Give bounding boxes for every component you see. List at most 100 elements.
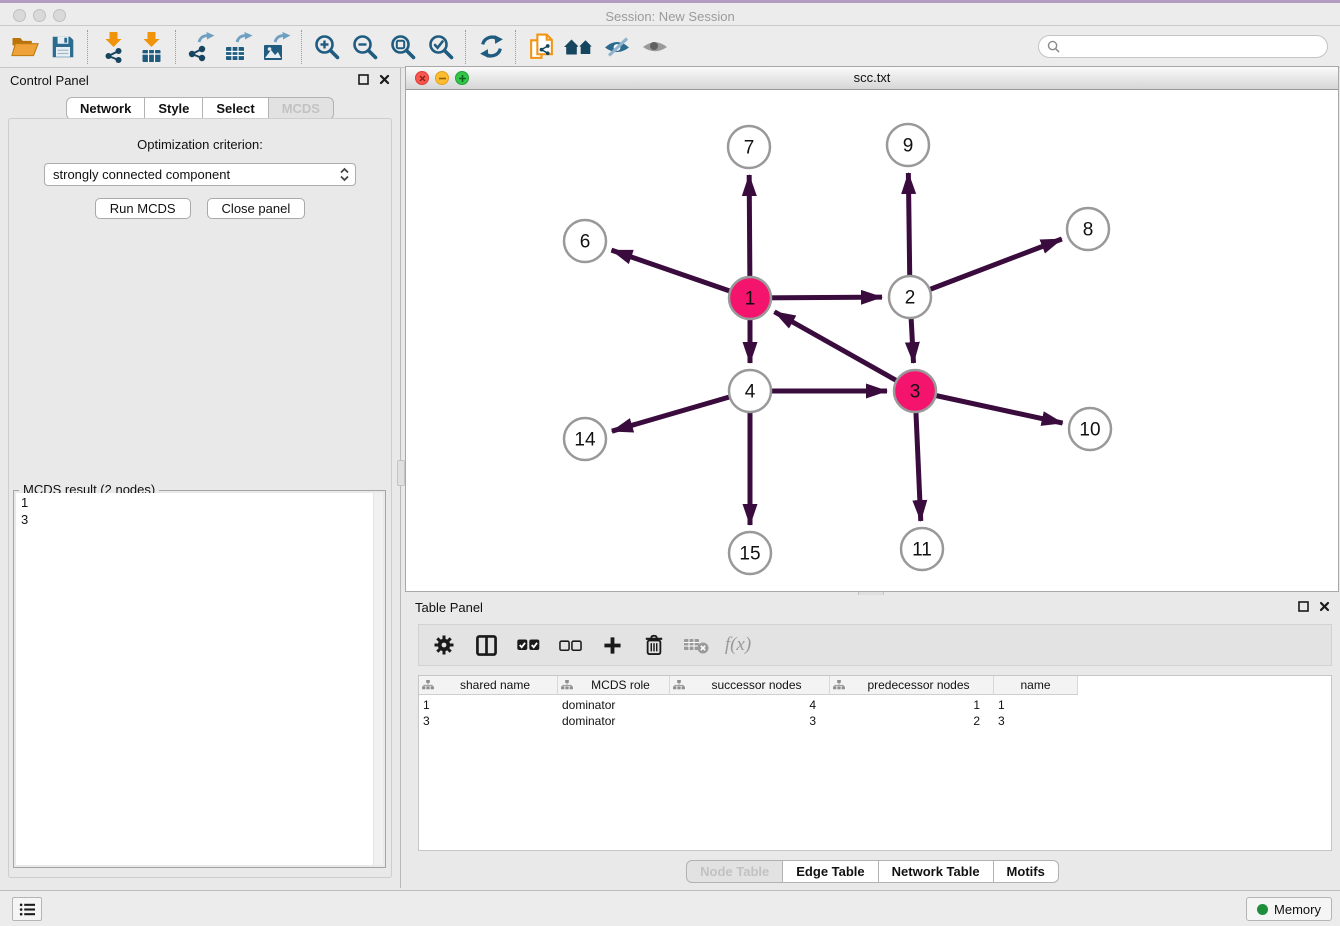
hide-selected-button[interactable] — [598, 29, 636, 65]
tab-edge-table[interactable]: Edge Table — [783, 860, 878, 883]
zoom-in-button[interactable] — [308, 29, 346, 65]
table-row[interactable]: 1dominator411 — [419, 698, 1331, 714]
table-cell: 1 — [419, 698, 558, 714]
deselect-all-rows-button[interactable] — [557, 639, 583, 652]
table-panel-tabs: Node TableEdge TableNetwork TableMotifs — [405, 860, 1340, 883]
trash-icon — [644, 634, 664, 656]
table-header-row: shared nameMCDS rolesuccessor nodesprede… — [419, 676, 1331, 695]
main-toolbar — [0, 26, 1340, 68]
tab-motifs[interactable]: Motifs — [994, 860, 1059, 883]
table-panel: Table Panel — [405, 595, 1340, 890]
window-titlebar: Session: New Session — [0, 0, 1340, 26]
table-settings-button[interactable] — [431, 635, 457, 655]
graph-edge-2-8[interactable] — [910, 239, 1062, 297]
import-network-button[interactable] — [94, 29, 132, 65]
control-panel-tabs: NetworkStyleSelectMCDS — [0, 97, 400, 120]
svg-text:2: 2 — [905, 288, 916, 309]
tab-network-table[interactable]: Network Table — [879, 860, 994, 883]
checked-boxes-icon — [516, 638, 541, 652]
vertical-splitter-grip[interactable] — [397, 460, 405, 486]
column-header-predecessor-nodes[interactable]: predecessor nodes — [830, 676, 994, 695]
graph-node-10[interactable]: 10 — [1069, 408, 1111, 450]
houses-icon — [563, 35, 595, 59]
svg-text:9: 9 — [903, 136, 914, 157]
network-view-window: scc.txt 7968124314101511 — [405, 66, 1339, 592]
export-image-button[interactable] — [258, 29, 296, 65]
column-header-mcds-role[interactable]: MCDS role — [558, 676, 670, 695]
tab-style[interactable]: Style — [145, 97, 203, 120]
table-cell: 2 — [830, 714, 994, 730]
graph-node-7[interactable]: 7 — [728, 126, 770, 168]
column-header-name[interactable]: name — [994, 676, 1078, 695]
clone-network-button[interactable] — [522, 29, 560, 65]
table-row[interactable]: 3dominator323 — [419, 714, 1331, 730]
close-panel-button[interactable]: Close panel — [207, 198, 306, 219]
zoom-out-button[interactable] — [346, 29, 384, 65]
tab-node-table[interactable]: Node Table — [686, 860, 783, 883]
open-session-button[interactable] — [6, 29, 44, 65]
float-panel-icon[interactable] — [1298, 601, 1309, 612]
network-canvas[interactable]: 7 9 6 8 1 2 4 3 14 10 15 11 — [406, 89, 1338, 591]
close-panel-icon[interactable] — [1319, 601, 1330, 612]
graph-node-6[interactable]: 6 — [564, 220, 606, 262]
create-column-button[interactable] — [599, 636, 625, 655]
tab-mcds[interactable]: MCDS — [269, 97, 334, 120]
function-builder-button[interactable]: f(x) — [725, 634, 751, 656]
open-folder-icon — [10, 34, 40, 59]
show-hidden-button[interactable] — [636, 29, 674, 65]
graph-node-3[interactable]: 3 — [894, 370, 936, 412]
result-scrollbar[interactable] — [373, 493, 383, 865]
delete-table-icon — [683, 635, 709, 655]
column-header-shared-name[interactable]: shared name — [419, 676, 558, 695]
delete-column-button[interactable] — [641, 634, 667, 656]
zoom-fit-button[interactable] — [384, 29, 422, 65]
task-history-button[interactable] — [12, 897, 42, 921]
search-input[interactable] — [1065, 38, 1319, 55]
export-network-button[interactable] — [182, 29, 220, 65]
show-all-networks-button[interactable] — [560, 29, 598, 65]
tab-select[interactable]: Select — [203, 97, 268, 120]
mcds-result-box[interactable]: 1 3 — [16, 493, 383, 865]
show-column-button[interactable] — [473, 635, 499, 656]
import-network-icon — [101, 31, 126, 63]
graph-edge-3-10[interactable] — [915, 391, 1063, 423]
table-cell: 1 — [830, 698, 994, 714]
graph-edge-3-1[interactable] — [774, 312, 915, 391]
svg-text:10: 10 — [1079, 420, 1100, 441]
tab-network[interactable]: Network — [66, 97, 145, 120]
refresh-layout-button[interactable] — [472, 29, 510, 65]
delete-table-button[interactable] — [683, 635, 709, 655]
table-panel-title: Table Panel — [415, 600, 483, 615]
gear-icon — [434, 635, 454, 655]
column-header-successor-nodes[interactable]: successor nodes — [670, 676, 830, 695]
export-table-button[interactable] — [220, 29, 258, 65]
memory-button[interactable]: Memory — [1246, 897, 1332, 921]
graph-node-4[interactable]: 4 — [729, 370, 771, 412]
graph-node-14[interactable]: 14 — [564, 418, 606, 460]
run-mcds-button[interactable]: Run MCDS — [95, 198, 191, 219]
svg-text:15: 15 — [739, 544, 760, 565]
save-session-button[interactable] — [44, 29, 82, 65]
graph-node-8[interactable]: 8 — [1067, 208, 1109, 250]
svg-text:7: 7 — [744, 138, 755, 159]
svg-text:14: 14 — [574, 430, 596, 451]
graph-node-9[interactable]: 9 — [887, 124, 929, 166]
graph-node-2[interactable]: 2 — [889, 276, 931, 318]
select-all-rows-button[interactable] — [515, 638, 541, 652]
zoom-selected-button[interactable] — [422, 29, 460, 65]
select-stepper-icon — [339, 167, 350, 182]
graph-node-1[interactable]: 1 — [729, 277, 771, 319]
node-table: shared nameMCDS rolesuccessor nodesprede… — [418, 675, 1332, 851]
float-panel-icon[interactable] — [358, 74, 369, 85]
network-graph: 7 9 6 8 1 2 4 3 14 10 15 11 — [406, 89, 1338, 591]
optimization-criterion-select[interactable]: strongly connected component — [44, 163, 356, 186]
control-panel: Control Panel NetworkStyleSelectMCDS Opt… — [0, 68, 401, 888]
graph-node-11[interactable]: 11 — [901, 528, 943, 570]
import-table-button[interactable] — [132, 29, 170, 65]
table-body: 1dominator4113dominator323 — [419, 695, 1331, 730]
search-field[interactable] — [1038, 35, 1328, 58]
close-panel-icon[interactable] — [379, 74, 390, 85]
plus-icon — [603, 636, 622, 655]
zoom-in-icon — [313, 33, 341, 61]
graph-node-15[interactable]: 15 — [729, 532, 771, 574]
